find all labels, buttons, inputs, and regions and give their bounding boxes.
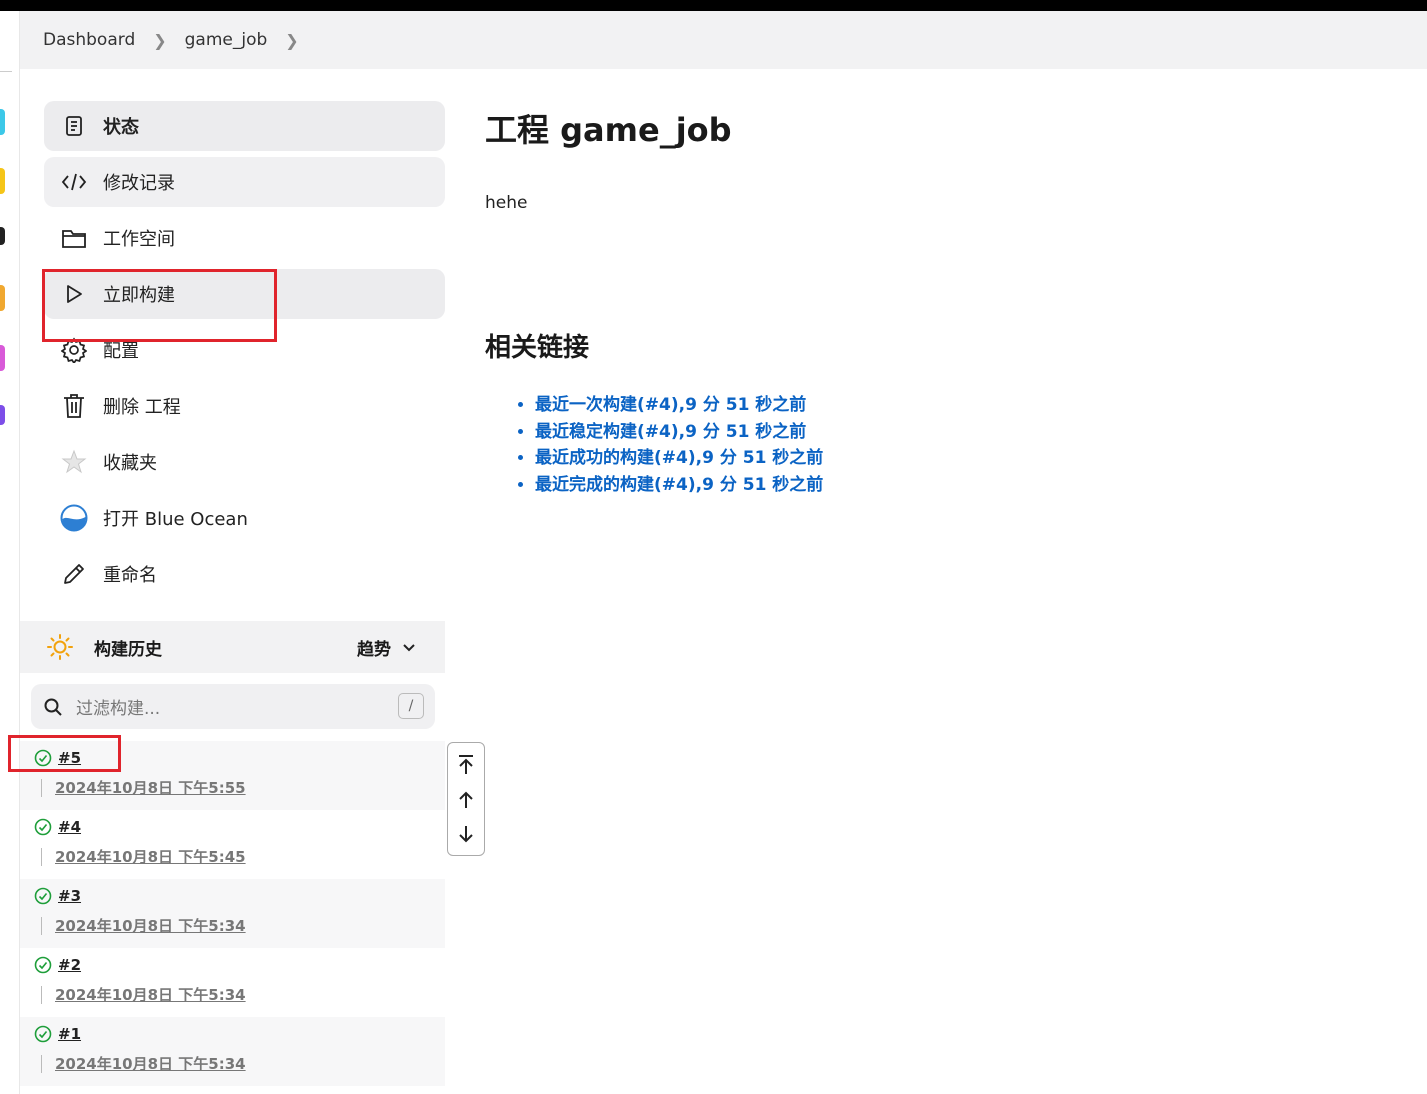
chevron-right-icon[interactable]: ❯ — [285, 31, 298, 50]
trend-dropdown[interactable]: 趋势 — [357, 621, 417, 673]
sidebar-item-favorite[interactable]: 收藏夹 — [44, 437, 445, 487]
app-chip-cyan[interactable] — [0, 109, 5, 135]
timeline-bar — [41, 1055, 42, 1073]
highlight-box-build-now — [42, 269, 277, 342]
build-row[interactable]: #1 2024年10月8日 下午5:34 — [20, 1017, 445, 1086]
blue-ocean-icon — [60, 504, 88, 532]
sidebar-item-label: 收藏夹 — [103, 453, 157, 474]
build-date-link[interactable]: 2024年10月8日 下午5:45 — [55, 846, 246, 867]
breadcrumb-dashboard[interactable]: Dashboard — [43, 30, 135, 50]
divider — [0, 71, 12, 72]
build-row[interactable]: #3 2024年10月8日 下午5:34 — [20, 879, 445, 948]
related-link[interactable]: 最近完成的构建(#4),9 分 51 秒之前 — [535, 472, 1385, 499]
filter-placeholder: 过滤构建... — [76, 699, 161, 719]
sidebar-item-rename[interactable]: 重命名 — [44, 549, 445, 599]
related-link[interactable]: 最近成功的构建(#4),9 分 51 秒之前 — [535, 445, 1385, 472]
related-links-list: 最近一次构建(#4),9 分 51 秒之前 最近稳定构建(#4),9 分 51 … — [535, 392, 1385, 498]
pencil-icon — [60, 560, 88, 588]
sidebar-item-label: 打开 Blue Ocean — [103, 509, 248, 530]
sun-icon — [46, 633, 74, 661]
success-check-icon — [34, 956, 52, 978]
breadcrumb: Dashboard ❯ game_job ❯ — [20, 11, 1427, 69]
project-description: hehe — [485, 193, 528, 213]
timeline-bar — [41, 848, 42, 866]
build-number-link[interactable]: #2 — [58, 956, 81, 974]
keyboard-shortcut-badge: / — [398, 693, 424, 719]
sidebar-item-workspace[interactable]: 工作空间 — [44, 213, 445, 263]
sidebar-item-label: 删除 工程 — [103, 397, 181, 418]
sidebar-item-label: 状态 — [103, 117, 139, 138]
related-link[interactable]: 最近稳定构建(#4),9 分 51 秒之前 — [535, 419, 1385, 446]
star-icon — [60, 448, 88, 476]
sidebar-item-label: 修改记录 — [103, 173, 175, 194]
sidebar-item-blue-ocean[interactable]: 打开 Blue Ocean — [44, 493, 445, 543]
folder-icon — [60, 224, 88, 252]
sidebar-item-status[interactable]: 状态 — [44, 101, 445, 151]
scroll-up-icon[interactable] — [456, 790, 476, 810]
success-check-icon — [34, 887, 52, 909]
build-history-title: 构建历史 — [94, 639, 162, 660]
scroll-controls — [447, 742, 485, 856]
app-chip-dark[interactable] — [0, 227, 5, 245]
build-filter-input[interactable]: 过滤构建... / — [31, 684, 435, 729]
build-number-link[interactable]: #4 — [58, 818, 81, 836]
page-title: 工程 game_job — [485, 111, 732, 149]
build-number-link[interactable]: #1 — [58, 1025, 81, 1043]
success-check-icon — [34, 1025, 52, 1047]
trash-icon — [60, 392, 88, 420]
chevron-right-icon[interactable]: ❯ — [153, 31, 166, 50]
search-icon — [43, 697, 63, 717]
code-icon — [60, 168, 88, 196]
sidebar-item-changes[interactable]: 修改记录 — [44, 157, 445, 207]
success-check-icon — [34, 818, 52, 840]
left-edge-strip — [0, 11, 20, 1094]
app-chip-pink[interactable] — [0, 345, 5, 371]
chevron-down-icon — [401, 639, 417, 655]
build-history-header: 构建历史 趋势 — [20, 621, 445, 673]
timeline-bar — [41, 779, 42, 797]
build-row[interactable]: #4 2024年10月8日 下午5:45 — [20, 810, 445, 879]
related-link[interactable]: 最近一次构建(#4),9 分 51 秒之前 — [535, 392, 1385, 419]
top-header-bar — [0, 0, 1427, 11]
document-icon — [60, 112, 88, 140]
build-number-link[interactable]: #3 — [58, 887, 81, 905]
scroll-down-icon[interactable] — [456, 824, 476, 844]
highlight-box-build-5 — [8, 735, 121, 772]
sidebar-item-label: 重命名 — [103, 565, 157, 586]
related-links-title: 相关链接 — [485, 333, 590, 363]
breadcrumb-game-job[interactable]: game_job — [185, 30, 268, 50]
build-date-link[interactable]: 2024年10月8日 下午5:34 — [55, 1053, 246, 1074]
build-row[interactable]: #2 2024年10月8日 下午5:34 — [20, 948, 445, 1017]
trend-label: 趋势 — [357, 639, 391, 660]
build-list: #5 2024年10月8日 下午5:55 #4 2024年10月8日 下午5:4… — [20, 741, 445, 1086]
sidebar-task-list: 状态 修改记录 工作空间 立即构建 配置 删除 工程 收藏夹 打开 Blue O… — [44, 101, 445, 605]
app-chip-orange[interactable] — [0, 285, 5, 311]
sidebar-item-delete-project[interactable]: 删除 工程 — [44, 381, 445, 431]
main-content: 工程 game_job hehe 相关链接 最近一次构建(#4),9 分 51 … — [485, 105, 1385, 498]
scroll-to-top-icon[interactable] — [456, 754, 476, 776]
build-date-link[interactable]: 2024年10月8日 下午5:34 — [55, 984, 246, 1005]
sidebar-item-label: 工作空间 — [103, 229, 175, 250]
build-date-link[interactable]: 2024年10月8日 下午5:34 — [55, 915, 246, 936]
app-chip-purple[interactable] — [0, 405, 5, 425]
timeline-bar — [41, 917, 42, 935]
app-chip-yellow[interactable] — [0, 168, 5, 194]
timeline-bar — [41, 986, 42, 1004]
build-date-link[interactable]: 2024年10月8日 下午5:55 — [55, 777, 246, 798]
